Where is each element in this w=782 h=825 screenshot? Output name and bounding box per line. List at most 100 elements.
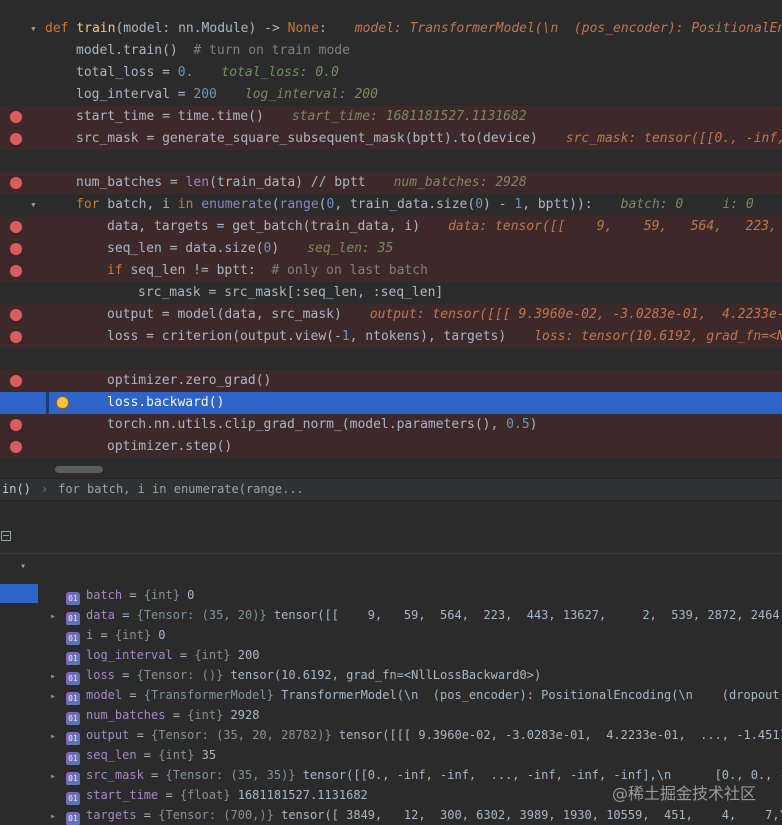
breadcrumb-loop[interactable]: for batch, i in enumerate(range... [58, 479, 304, 500]
code-line[interactable]: seq_len = data.size(0) seq_len: 35 [0, 238, 782, 260]
code-line[interactable]: output = model(data, src_mask) output: te… [0, 304, 782, 326]
chevron-right-icon[interactable]: ▸ [50, 767, 66, 785]
code-line[interactable] [0, 150, 782, 172]
code-text: src_mask = src_mask[:seq_len, :seq_len] [138, 285, 444, 300]
chevron-right-icon [50, 627, 66, 645]
code-line[interactable]: data, targets = get_batch(train_data, i)… [0, 216, 782, 238]
variable-type: {int} [194, 648, 238, 662]
inline-debugger-hint: log_interval: 200 [244, 87, 378, 102]
breakpoint-icon[interactable] [10, 265, 22, 277]
editor-horizontal-scrollbar[interactable] [55, 466, 103, 473]
editor-gutter[interactable]: ▾ [0, 194, 45, 216]
breakpoint-icon[interactable] [10, 441, 22, 453]
breakpoint-icon[interactable] [10, 419, 22, 431]
breakpoint-icon[interactable] [10, 221, 22, 233]
inline-debugger-hint: total_loss: 0.0 [221, 65, 339, 80]
variable-row[interactable]: 01 log_interval = {int} 200 [0, 645, 782, 665]
editor-gutter[interactable] [0, 150, 45, 172]
equals-sign: = [136, 808, 159, 822]
code-line[interactable]: src_mask = generate_square_subsequent_ma… [0, 128, 782, 150]
code-line[interactable]: num_batches = len(train_data) // bptt num… [0, 172, 782, 194]
code-line[interactable]: torch.nn.utils.clip_grad_norm_(model.par… [0, 414, 782, 436]
editor-gutter[interactable] [0, 436, 45, 458]
code-editor[interactable]: ▾ def train(model: nn.Module) -> None: mod… [0, 0, 782, 478]
code-line[interactable]: if seq_len != bptt: # only on last batch [0, 260, 782, 282]
breakpoint-icon[interactable] [10, 309, 22, 321]
chevron-right-icon[interactable]: ▸ [50, 607, 66, 625]
breakpoint-icon[interactable] [10, 177, 22, 189]
variable-type: {Tensor: ()} [136, 668, 231, 682]
variable-name: data [86, 608, 115, 622]
inline-debugger-hint: num_batches: 2928 [393, 175, 527, 190]
code-line[interactable]: ▾ def train(model: nn.Module) -> None: mod… [0, 18, 782, 40]
editor-gutter[interactable] [0, 238, 45, 260]
code-line[interactable]: loss.backward() [0, 392, 782, 414]
chevron-right-icon[interactable]: ▸ [50, 687, 66, 705]
editor-gutter[interactable]: ▾ [0, 18, 45, 40]
variable-row[interactable]: ▸ 01 output = {Tensor: (35, 20, 28782)} te… [0, 725, 782, 745]
variable-row[interactable]: 01 num_batches = {int} 2928 [0, 705, 782, 725]
variable-type: {int} [187, 708, 231, 722]
code-line[interactable]: optimizer.zero_grad() [0, 370, 782, 392]
variable-row[interactable]: 01 i = {int} 0 [0, 625, 782, 645]
editor-gutter[interactable] [0, 414, 45, 436]
editor-gutter[interactable] [0, 216, 45, 238]
fold-arrow-icon[interactable]: ▾ [30, 18, 37, 40]
editor-gutter[interactable] [0, 106, 45, 128]
inline-debugger-hint: src_mask: tensor([[0., -inf, -inf, ..., [565, 131, 782, 146]
chevron-right-icon[interactable]: ▸ [50, 667, 66, 685]
variable-name: log_interval [86, 648, 173, 662]
editor-gutter[interactable] [0, 62, 45, 84]
editor-gutter[interactable] [0, 392, 45, 414]
chevron-right-icon [50, 787, 66, 805]
breakpoint-icon[interactable] [10, 111, 22, 123]
variable-row[interactable]: ▸ 01 targets = {Tensor: (700,)} tensor([ 3… [0, 805, 782, 825]
breakpoint-icon[interactable] [10, 243, 22, 255]
chevron-right-icon[interactable]: ▸ [50, 727, 66, 745]
variable-value: tensor([[ 9, 59, 564, 223, 443, 13627, 2… [273, 608, 782, 622]
editor-gutter[interactable] [0, 84, 45, 106]
code-text: data, targets = get_batch(train_data, i) [107, 219, 421, 234]
code-line[interactable]: start_time = time.time() start_time: 1681… [0, 106, 782, 128]
variable-row[interactable]: ▸ 01 model = {TransformerModel} Transforme… [0, 685, 782, 705]
editor-gutter[interactable] [0, 348, 45, 370]
editor-gutter[interactable] [0, 260, 45, 282]
code-line[interactable]: model.train() # turn on train mode [0, 40, 782, 62]
editor-gutter[interactable] [0, 326, 45, 348]
variable-name: seq_len [86, 748, 137, 762]
variable-value: tensor(10.6192, grad_fn=<NllLossBackward… [230, 668, 542, 682]
code-lines: ▾ def train(model: nn.Module) -> None: mod… [0, 18, 782, 458]
code-line[interactable]: optimizer.step() [0, 436, 782, 458]
code-line[interactable] [0, 348, 782, 370]
fold-arrow-icon[interactable]: ▾ [30, 194, 37, 216]
editor-gutter[interactable] [0, 128, 45, 150]
variable-row[interactable]: ▸ 01 data = {Tensor: (35, 20)} tensor([[ 9… [0, 605, 782, 625]
chevron-right-icon[interactable]: ▸ [50, 807, 66, 825]
variable-value: TransformerModel(\n (pos_encoder): Posit… [281, 688, 782, 702]
editor-gutter[interactable] [0, 304, 45, 326]
code-line[interactable]: loss = criterion(output.view(-1, ntokens… [0, 326, 782, 348]
variable-row[interactable]: 01 batch = {int} 0 [0, 585, 782, 605]
tool-window-icon[interactable] [1, 531, 11, 541]
editor-gutter[interactable] [0, 282, 45, 304]
editor-gutter[interactable] [0, 370, 45, 392]
code-line[interactable]: log_interval = 200 log_interval: 200 [0, 84, 782, 106]
code-text: num_batches = len(train_data) // bptt [76, 175, 366, 190]
code-line[interactable]: src_mask = src_mask[:seq_len, :seq_len] [0, 282, 782, 304]
equals-sign: = [114, 668, 137, 682]
breakpoint-icon[interactable] [10, 375, 22, 387]
breakpoint-icon[interactable] [10, 331, 22, 343]
variable-name: output [86, 728, 130, 742]
code-line[interactable]: ▾ for batch, i in enumerate(range(0, trai… [0, 194, 782, 216]
breakpoint-icon[interactable] [10, 133, 22, 145]
intention-bulb-icon[interactable] [56, 396, 69, 409]
chevron-down-icon[interactable]: ▾ [20, 554, 26, 580]
variable-icon: 01 [66, 652, 80, 665]
variable-row[interactable]: ▸ 01 loss = {Tensor: ()} tensor(10.6192, g… [0, 665, 782, 685]
editor-gutter[interactable] [0, 40, 45, 62]
code-line[interactable]: total_loss = 0. total_loss: 0.0 [0, 62, 782, 84]
editor-gutter[interactable] [0, 172, 45, 194]
variable-icon: 01 [66, 812, 80, 825]
breadcrumb-function[interactable]: in() [2, 479, 31, 500]
variable-row[interactable]: 01 seq_len = {int} 35 [0, 745, 782, 765]
